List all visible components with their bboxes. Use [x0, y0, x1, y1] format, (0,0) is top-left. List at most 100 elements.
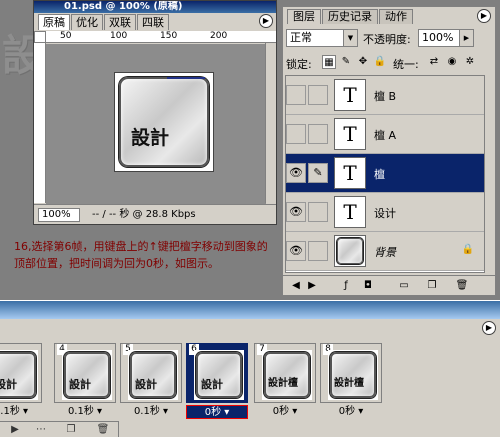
chevron-down-icon[interactable]: ▼ [343, 30, 357, 46]
frame-5[interactable]: 5 設計 0.1秒 ▾ [120, 343, 182, 421]
layer-row-background[interactable]: 👁 背景 🔒 [286, 232, 484, 271]
frame-4[interactable]: 4 設計 0.1秒 ▾ [54, 343, 116, 421]
icon-tile: 設計檀 [330, 352, 376, 398]
eye-icon[interactable]: 👁 [286, 241, 306, 261]
animation-menu-arrow-icon[interactable]: ▶ [482, 321, 496, 335]
folder-icon[interactable]: ▭ [397, 279, 411, 293]
tab-history[interactable]: 历史记录 [322, 9, 378, 24]
tutorial-instruction: 16,选择第6帧，用键盘上的↑键把檀字移动到图象的顶部位置，把时间调为回为0秒，… [14, 240, 268, 270]
document-window: 01.psd @ 100% (原稿) 原稿 优化 双联 四联 ▶ 50 100 … [33, 0, 277, 225]
new-frame-icon[interactable]: ❐ [64, 423, 78, 437]
frame-3[interactable]: 設計 0.1秒 ▾ [0, 343, 42, 421]
icon-tile: 設計 [196, 352, 242, 398]
link-toggle[interactable] [308, 85, 328, 105]
trash-icon[interactable]: 🗑 [96, 423, 110, 437]
frame-delay[interactable]: 0秒 ▾ [320, 405, 382, 419]
eye-icon[interactable]: 👁 [286, 163, 306, 183]
frame-delay[interactable]: 0.1秒 ▾ [0, 405, 42, 419]
layer-row-tan-a[interactable]: T 檀 A [286, 115, 484, 154]
canvas-image[interactable]: 設計 [114, 72, 214, 172]
frame-6[interactable]: 6 設計 0秒 ▾ [186, 343, 248, 421]
frame-delay[interactable]: 0秒 ▾ [254, 405, 316, 419]
trash-icon[interactable]: 🗑 [455, 279, 469, 293]
frame-box: 設計 [0, 343, 42, 403]
layer-style-icon[interactable]: ƒ [339, 279, 353, 293]
tween-icon[interactable]: ⋯ [34, 423, 48, 437]
animation-titlebar[interactable] [0, 301, 500, 319]
frame-text: 設計檀 [268, 378, 298, 389]
unify-position-icon[interactable]: ⇄ [427, 55, 441, 69]
lock-icon: 🔒 [461, 244, 474, 255]
brush-icon[interactable]: ✎ [308, 163, 328, 183]
link-toggle[interactable] [308, 202, 328, 222]
frame-thumbnail: 設計檀 [328, 350, 378, 400]
unify-label: 统一: [393, 58, 419, 71]
ruler-label: 200 [210, 31, 228, 41]
layer-name: 檀 [374, 168, 385, 181]
tab-2up[interactable]: 双联 [104, 14, 136, 30]
text-layer-icon: T [334, 196, 366, 228]
frame-box: 6 設計 [186, 343, 248, 403]
link-toggle[interactable] [308, 241, 328, 261]
unify-style-icon[interactable]: ✲ [463, 55, 477, 69]
opacity-label: 不透明度: [363, 33, 411, 46]
frame-box: 7 設計檀 [254, 343, 316, 403]
layer-row-design[interactable]: 👁 T 设计 [286, 193, 484, 232]
frame-delay[interactable]: 0秒 ▾ [186, 405, 248, 419]
tab-optimized[interactable]: 优化 [71, 14, 103, 30]
next-frame-icon[interactable]: ▶ [305, 279, 319, 293]
frame-thumbnail: 設計 [62, 350, 112, 400]
prev-frame-icon[interactable]: ◀ [289, 279, 303, 293]
layers-panel-footer: ◀ ▶ ƒ ◘ ▭ ❐ 🗑 [283, 275, 495, 295]
frame-8[interactable]: 8 設計檀 0秒 ▾ [320, 343, 382, 421]
tab-4up[interactable]: 四联 [137, 14, 169, 30]
new-layer-icon[interactable]: ❐ [425, 279, 439, 293]
document-menu-arrow-icon[interactable]: ▶ [259, 14, 273, 28]
canvas-area[interactable]: 設計 [46, 44, 266, 204]
visibility-toggle[interactable] [286, 85, 306, 105]
icon-tile [337, 238, 363, 264]
lock-transparency-icon[interactable]: ▦ [322, 55, 336, 69]
lock-brush-icon[interactable]: ✎ [339, 55, 353, 69]
visibility-toggle[interactable] [286, 124, 306, 144]
document-title[interactable]: 01.psd @ 100% (原稿) [34, 1, 276, 13]
frame-delay[interactable]: 0.1秒 ▾ [120, 405, 182, 419]
download-time-status[interactable]: -- / -- 秒 @ 28.8 Kbps [92, 208, 196, 222]
layer-row-tan-b[interactable]: T 檀 B [286, 76, 484, 115]
frame-thumbnail: 設計 [128, 350, 178, 400]
lock-all-icon[interactable]: 🔒 [373, 55, 387, 69]
text-layer-icon: T [334, 79, 366, 111]
frame-7[interactable]: 7 設計檀 0秒 ▾ [254, 343, 316, 421]
blend-mode-select[interactable]: 正常 ▼ [286, 29, 358, 47]
tab-layers[interactable]: 图层 [287, 9, 321, 24]
text-layer-icon: T [334, 118, 366, 150]
lock-label: 锁定: [286, 58, 312, 71]
tab-actions[interactable]: 动作 [379, 9, 413, 24]
vertical-ruler [34, 43, 46, 203]
frame-text: 設計 [135, 378, 157, 391]
panel-menu-arrow-icon[interactable]: ▶ [477, 9, 491, 23]
unify-visibility-icon[interactable]: ◉ [445, 55, 459, 69]
lock-move-icon[interactable]: ✥ [356, 55, 370, 69]
layers-scrollbar[interactable] [484, 75, 494, 273]
zoom-field[interactable]: 100% [38, 208, 80, 222]
layers-panel: 图层 历史记录 动作 ▶ 正常 ▼ 不透明度: 100% ▶ 锁定: ▦ ✎ ✥… [282, 6, 496, 296]
link-toggle[interactable] [308, 124, 328, 144]
chevron-right-icon[interactable]: ▶ [459, 30, 473, 46]
ruler-label: 150 [160, 31, 178, 41]
tab-original[interactable]: 原稿 [38, 14, 70, 30]
frame-box: 4 設計 [54, 343, 116, 403]
frame-text: 設計 [69, 378, 91, 391]
layer-row-tan[interactable]: 👁 ✎ T 檀 [286, 154, 484, 193]
frame-delay[interactable]: 0.1秒 ▾ [54, 405, 116, 419]
eye-icon[interactable]: 👁 [286, 202, 306, 222]
ruler-label: 100 [110, 31, 128, 41]
mask-icon[interactable]: ◘ [361, 279, 375, 293]
layers-list: T 檀 B T 檀 A 👁 ✎ T 檀 👁 T 设计 👁 背景 🔒 [285, 75, 485, 273]
play-icon[interactable]: ▶ [8, 423, 22, 437]
opacity-field[interactable]: 100% ▶ [418, 29, 474, 47]
animation-controls: ▶ ⋯ ❐ 🗑 [0, 421, 500, 437]
frames-scrollbar[interactable] [118, 421, 500, 437]
document-scrollbar[interactable] [265, 43, 276, 203]
layer-name: 背景 [374, 246, 396, 259]
